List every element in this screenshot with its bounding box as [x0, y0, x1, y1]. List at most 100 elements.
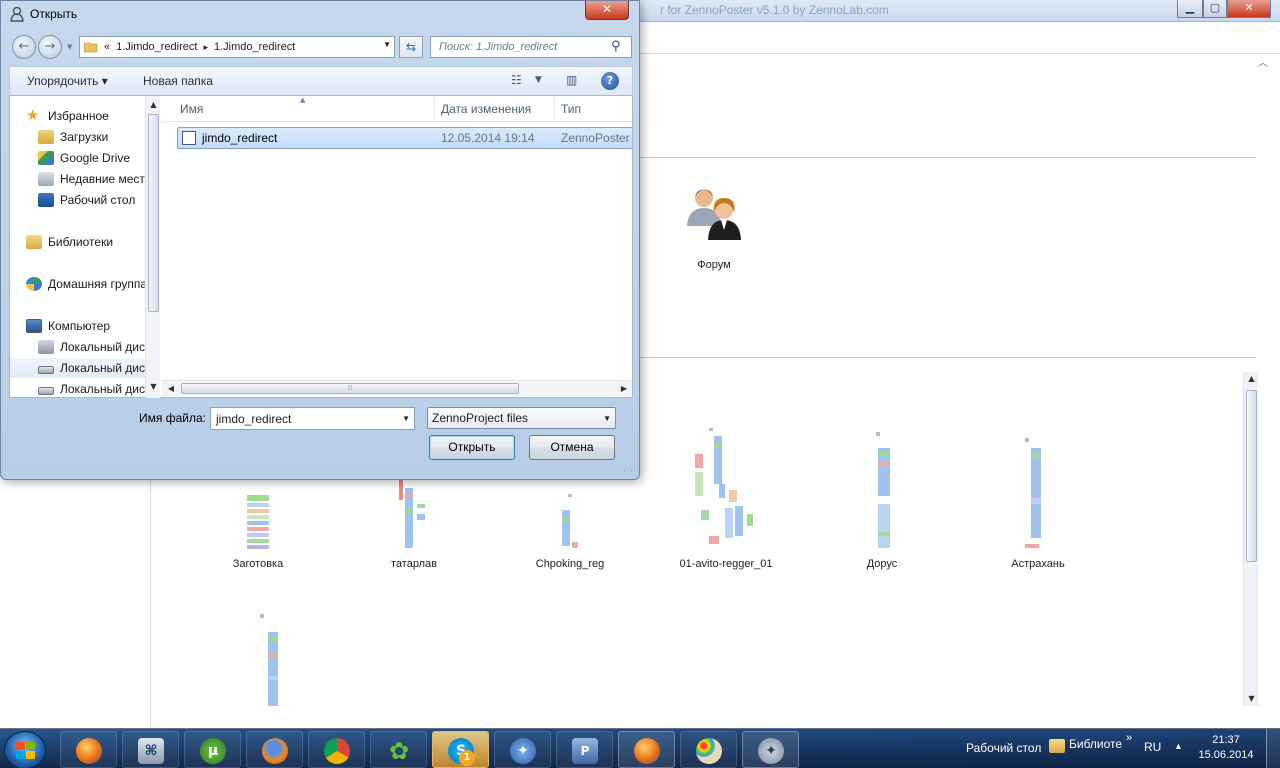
taskbar-media-player-2[interactable] [618, 731, 675, 768]
taskbar-paint[interactable] [680, 731, 737, 768]
address-bar[interactable]: « 1.Jimdo_redirect ▸ 1.Jimdo_redirect ▼ [79, 36, 395, 58]
resize-grip-icon[interactable]: ⋰⋰ [623, 464, 638, 473]
nav-item-local-disk[interactable]: Локальный диск [38, 337, 161, 357]
taskbar-icq[interactable]: ✿ [370, 731, 427, 768]
dialog-title-bar: Открыть [9, 6, 77, 22]
address-prefix[interactable]: « [104, 41, 110, 53]
search-input[interactable]: Поиск: 1.Jimdo_redirect ⚲ [430, 36, 632, 58]
breadcrumb-separator-icon[interactable]: ▸ [203, 42, 208, 53]
taskbar-chrome[interactable] [308, 731, 365, 768]
content-scrollbar[interactable]: ▲ ▼ [1243, 372, 1258, 706]
project-item[interactable] [240, 612, 300, 712]
refresh-button[interactable]: ⇆ [399, 36, 423, 58]
view-dropdown-icon[interactable]: ▼ [535, 75, 553, 91]
taskbar-media-player[interactable] [60, 731, 117, 768]
scrollbar-thumb[interactable] [148, 114, 159, 312]
filename-label: Имя файла: [139, 411, 206, 425]
libraries-toolbar-label[interactable]: Библиоте [1069, 737, 1122, 751]
nav-item-local-disk[interactable]: Локальный диск [10, 358, 146, 378]
taskbar-open-dialog-app[interactable]: ✦ [742, 731, 799, 768]
taskbar-app[interactable]: ⌘ [122, 731, 179, 768]
address-dropdown-icon[interactable]: ▼ [383, 40, 391, 49]
project-item[interactable]: Астрахань [998, 430, 1078, 570]
project-label: Астрахань [1011, 558, 1065, 570]
filename-input[interactable]: jimdo_redirect ▼ [210, 407, 415, 430]
forward-button[interactable]: → [38, 35, 62, 59]
back-button[interactable]: ← [12, 35, 36, 59]
desktop-toolbar-label[interactable]: Рабочий стол [966, 741, 1041, 755]
search-icon[interactable]: ⚲ [611, 39, 627, 55]
dialog-close-button[interactable]: ✕ [585, 1, 629, 20]
nav-item-computer[interactable]: Компьютер [26, 316, 161, 336]
column-date-modified[interactable]: Дата изменения [441, 102, 531, 116]
cancel-button[interactable]: Отмена [529, 435, 615, 460]
breadcrumb-item[interactable]: 1.Jimdo_redirect [214, 41, 295, 53]
language-indicator[interactable]: RU [1144, 740, 1161, 754]
nav-item-favorites[interactable]: ★ Избранное [26, 106, 161, 126]
paint-palette-icon [696, 738, 722, 764]
scroll-down-arrow-icon[interactable]: ▼ [1244, 692, 1259, 706]
nav-item-google-drive[interactable]: Google Drive [38, 148, 161, 168]
column-divider[interactable] [554, 98, 555, 120]
search-placeholder: Поиск: 1.Jimdo_redirect [439, 41, 558, 53]
taskbar-skype[interactable]: S 1 [432, 731, 489, 768]
taskbar-zennoposter[interactable]: ✦ [494, 731, 551, 768]
nav-item-recent-places[interactable]: Недавние места [38, 169, 161, 189]
project-item[interactable]: 01-avito-regger_01 [676, 420, 776, 570]
project-item[interactable]: Chpoking_reg [530, 480, 610, 570]
taskbar-utorrent[interactable]: µ [184, 731, 241, 768]
nav-item-local-disk[interactable]: Локальный диск [38, 379, 161, 397]
scroll-up-arrow-icon[interactable]: ▲ [146, 98, 161, 112]
nav-item-label: Локальный диск [60, 382, 151, 396]
scroll-up-arrow-icon[interactable]: ▲ [1244, 372, 1259, 386]
toolbar-expand-icon[interactable]: » [1126, 732, 1132, 744]
nav-item-homegroup[interactable]: Домашняя группа [26, 274, 161, 294]
help-icon[interactable]: ? [601, 72, 619, 90]
minimize-button[interactable]: ▁ [1177, 0, 1203, 18]
forum-label[interactable]: Форум [684, 259, 744, 271]
nav-item-label: Домашняя группа [48, 277, 148, 291]
column-type[interactable]: Тип [561, 102, 581, 116]
scrollbar-thumb[interactable] [1246, 390, 1257, 562]
nav-item-libraries[interactable]: Библиотеки [26, 232, 161, 252]
filename-dropdown-icon[interactable]: ▼ [402, 414, 410, 423]
breadcrumb-item[interactable]: 1.Jimdo_redirect [116, 41, 197, 53]
start-button[interactable] [4, 731, 46, 768]
column-name[interactable]: Имя [180, 102, 203, 116]
maximize-button[interactable]: ▢ [1203, 0, 1227, 18]
scroll-right-arrow-icon[interactable]: ▶ [617, 382, 631, 396]
file-type-dropdown-icon[interactable]: ▼ [603, 414, 611, 423]
open-button[interactable]: Открыть [429, 435, 515, 460]
column-divider[interactable] [434, 98, 435, 120]
file-row[interactable]: jimdo_redirect 12.05.2014 19:14 ZennoPos… [177, 127, 632, 149]
clock[interactable]: 21:37 15.06.2014 [1196, 733, 1256, 763]
project-item[interactable]: татарлав [374, 480, 454, 570]
scrollbar-thumb[interactable]: ⁞⁞ [181, 383, 519, 394]
tray-expand-icon[interactable]: ▲ [1174, 741, 1183, 751]
nav-item-downloads[interactable]: Загрузки [38, 127, 161, 147]
new-folder-button[interactable]: Новая папка [143, 74, 213, 88]
libraries-icon[interactable] [1049, 739, 1065, 753]
scroll-left-arrow-icon[interactable]: ◀ [164, 382, 178, 396]
notification-badge: 1 [459, 750, 475, 766]
project-item[interactable]: Дорус [842, 430, 922, 570]
forum-icon[interactable] [684, 186, 746, 244]
chrome-icon [324, 738, 350, 764]
organize-button[interactable]: Упорядочить ▾ [27, 74, 108, 88]
chevron-up-icon[interactable]: ︿ [1258, 54, 1270, 69]
close-button[interactable]: ✕ [1227, 0, 1271, 18]
navigation-scrollbar[interactable]: ▲ ▼ [145, 96, 160, 398]
horizontal-scrollbar[interactable]: ◀ ⁞⁞ ▶ [161, 380, 632, 396]
file-type-select[interactable]: ZennoProject files ▼ [427, 407, 616, 429]
nav-item-label: Рабочий стол [60, 193, 136, 207]
scroll-down-arrow-icon[interactable]: ▼ [146, 380, 161, 394]
history-dropdown-icon[interactable]: ▼ [67, 43, 72, 51]
show-desktop-button[interactable] [1266, 729, 1280, 768]
view-options-icon[interactable]: ☷ [511, 73, 529, 89]
preview-pane-icon[interactable]: ▥ [566, 73, 584, 89]
taskbar-project-maker[interactable]: P [556, 731, 613, 768]
windows-logo-icon [16, 742, 36, 760]
nav-item-desktop[interactable]: Рабочий стол [38, 190, 161, 210]
project-item[interactable]: Заготовка [218, 480, 298, 570]
taskbar-firefox[interactable] [246, 731, 303, 768]
